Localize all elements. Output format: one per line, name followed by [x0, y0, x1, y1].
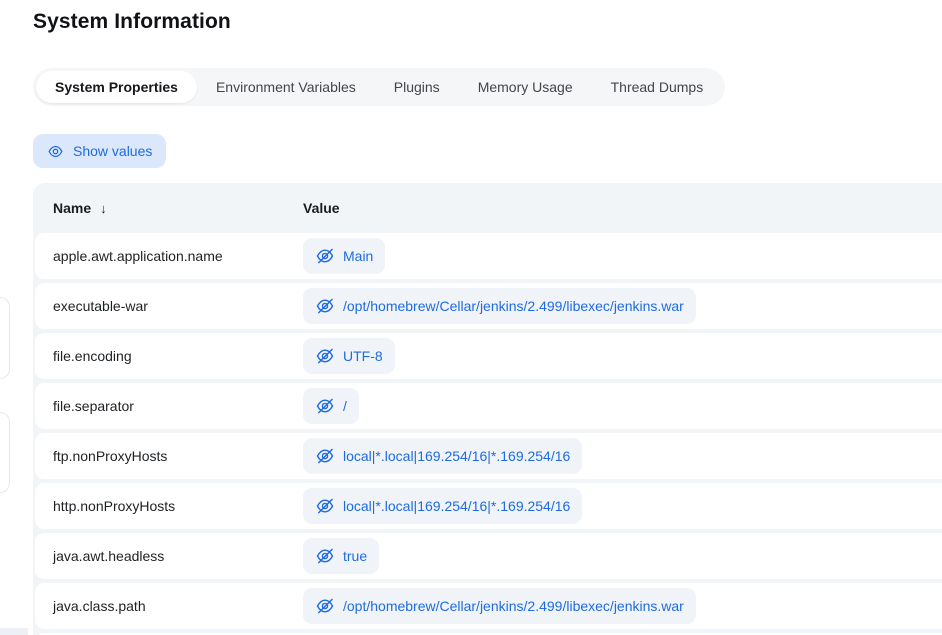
table-row: java.awt.headless true — [35, 533, 942, 579]
eye-off-icon — [315, 246, 335, 266]
eye-off-icon — [315, 596, 335, 616]
eye-icon — [47, 143, 64, 160]
property-value: true — [343, 548, 367, 564]
property-name: java.class.path — [35, 598, 303, 614]
hidden-value-chip[interactable]: local|*.local|169.254/16|*.169.254/16 — [303, 488, 582, 524]
left-edge-cutoff-panel — [0, 297, 10, 379]
eye-off-icon — [315, 346, 335, 366]
table-header: Name ↓ Value — [35, 183, 942, 233]
hidden-value-chip[interactable]: true — [303, 538, 379, 574]
left-edge-cutoff-patch — [0, 628, 28, 635]
tab-memory-usage[interactable]: Memory Usage — [459, 71, 592, 103]
hidden-value-chip[interactable]: /opt/homebrew/Cellar/jenkins/2.499/libex… — [303, 588, 696, 624]
property-name: executable-war — [35, 298, 303, 314]
hidden-value-chip[interactable]: Main — [303, 238, 385, 274]
tab-label: Memory Usage — [478, 79, 573, 95]
column-header-name[interactable]: Name ↓ — [35, 200, 303, 216]
property-name: file.encoding — [35, 348, 303, 364]
property-value: /opt/homebrew/Cellar/jenkins/2.499/libex… — [343, 298, 684, 314]
property-value: /opt/homebrew/Cellar/jenkins/2.499/libex… — [343, 598, 684, 614]
property-value: Main — [343, 248, 373, 264]
tab-plugins[interactable]: Plugins — [375, 71, 459, 103]
property-name: ftp.nonProxyHosts — [35, 448, 303, 464]
tab-system-properties[interactable]: System Properties — [36, 71, 197, 103]
tab-label: Environment Variables — [216, 79, 356, 95]
tab-label: System Properties — [55, 79, 178, 95]
show-values-label: Show values — [73, 143, 152, 159]
table-row: apple.awt.application.name Main — [35, 233, 942, 279]
property-name: java.awt.headless — [35, 548, 303, 564]
tab-label: Plugins — [394, 79, 440, 95]
table-row: ftp.nonProxyHosts local|*.local|169.254/… — [35, 433, 942, 479]
property-name: http.nonProxyHosts — [35, 498, 303, 514]
tab-thread-dumps[interactable]: Thread Dumps — [592, 71, 723, 103]
property-name: apple.awt.application.name — [35, 248, 303, 264]
table-row: executable-war /opt/homebrew/Cellar/jenk… — [35, 283, 942, 329]
eye-off-icon — [315, 446, 335, 466]
value-column-label: Value — [303, 200, 340, 216]
show-values-button[interactable]: Show values — [33, 134, 166, 168]
property-value: / — [343, 398, 347, 414]
system-properties-table: Name ↓ Value apple.awt.application.name … — [33, 183, 942, 635]
tab-bar: System Properties Environment Variables … — [33, 68, 725, 106]
system-information-page: System Information System Properties Env… — [0, 0, 942, 635]
eye-off-icon — [315, 296, 335, 316]
tab-environment-variables[interactable]: Environment Variables — [197, 71, 375, 103]
eye-off-icon — [315, 396, 335, 416]
table-row: java.class.path /opt/homebrew/Cellar/jen… — [35, 583, 942, 629]
table-row: file.encoding UTF-8 — [35, 333, 942, 379]
table-row: http.nonProxyHosts local|*.local|169.254… — [35, 483, 942, 529]
tab-label: Thread Dumps — [611, 79, 704, 95]
property-value: local|*.local|169.254/16|*.169.254/16 — [343, 498, 570, 514]
hidden-value-chip[interactable]: /opt/homebrew/Cellar/jenkins/2.499/libex… — [303, 288, 696, 324]
hidden-value-chip[interactable]: UTF-8 — [303, 338, 395, 374]
hidden-value-chip[interactable]: local|*.local|169.254/16|*.169.254/16 — [303, 438, 582, 474]
page-title: System Information — [33, 10, 231, 34]
table-row: file.separator / — [35, 383, 942, 429]
property-name: file.separator — [35, 398, 303, 414]
property-value: local|*.local|169.254/16|*.169.254/16 — [343, 448, 570, 464]
left-edge-cutoff-panel — [0, 412, 10, 493]
property-value: UTF-8 — [343, 348, 383, 364]
sort-descending-icon: ↓ — [100, 201, 107, 216]
eye-off-icon — [315, 546, 335, 566]
column-header-value[interactable]: Value — [303, 200, 942, 216]
name-column-label: Name — [53, 200, 91, 216]
eye-off-icon — [315, 496, 335, 516]
hidden-value-chip[interactable]: / — [303, 388, 359, 424]
